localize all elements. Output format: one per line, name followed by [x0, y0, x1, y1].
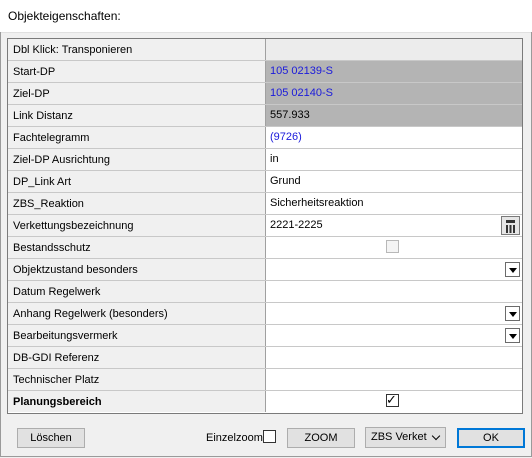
- select-value: ZBS Verket: [371, 431, 427, 443]
- property-value: 105 02139-S: [266, 61, 522, 82]
- property-label: Ziel-DP Ausrichtung: [8, 149, 266, 170]
- calculator-icon[interactable]: [501, 216, 520, 235]
- property-label: DP_Link Art: [8, 171, 266, 192]
- property-value[interactable]: Grund: [266, 171, 522, 192]
- property-row-db-gdi-referenz[interactable]: DB-GDI Referenz: [8, 347, 522, 369]
- property-label: Fachtelegramm: [8, 127, 266, 148]
- einzelzoom-label: Einzelzoom: [206, 432, 263, 444]
- property-value: 105 02140-S: [266, 83, 522, 104]
- dropdown-arrow-icon[interactable]: [505, 262, 520, 277]
- property-row-link-distanz[interactable]: Link Distanz 557.933: [8, 105, 522, 127]
- zoom-button[interactable]: ZOOM: [287, 428, 355, 448]
- property-value-field[interactable]: [266, 259, 522, 280]
- property-label: Bestandsschutz: [8, 237, 266, 258]
- property-label: ZBS_Reaktion: [8, 193, 266, 214]
- property-row-fachtelegramm[interactable]: Fachtelegramm (9726): [8, 127, 522, 149]
- property-value[interactable]: in: [266, 149, 522, 170]
- property-value[interactable]: (9726): [266, 127, 522, 148]
- property-row-dbl-klick[interactable]: Dbl Klick: Transponieren: [8, 39, 522, 61]
- property-row-anhang-regelwerk[interactable]: Anhang Regelwerk (besonders): [8, 303, 522, 325]
- property-value[interactable]: [266, 347, 522, 368]
- property-row-planungsbereich[interactable]: Planungsbereich ✓: [8, 391, 522, 413]
- property-row-technischer-platz[interactable]: Technischer Platz: [8, 369, 522, 391]
- property-value-field[interactable]: 2221-2225: [266, 215, 522, 236]
- property-label: Dbl Klick: Transponieren: [8, 39, 266, 60]
- property-value[interactable]: [266, 281, 522, 302]
- property-label: Technischer Platz: [8, 369, 266, 390]
- property-value-field[interactable]: [266, 325, 522, 346]
- property-grid: Dbl Klick: Transponieren Start-DP 105 02…: [7, 38, 523, 414]
- window-title: Objekteigenschaften:: [8, 9, 121, 23]
- property-value[interactable]: Sicherheitsreaktion: [266, 193, 522, 214]
- property-label: Ziel-DP: [8, 83, 266, 104]
- property-label: Datum Regelwerk: [8, 281, 266, 302]
- checkbox-checkmark-icon: ✓: [386, 392, 397, 407]
- property-row-bearbeitungsvermerk[interactable]: Bearbeitungsvermerk: [8, 325, 522, 347]
- property-label: Verkettungsbezeichnung: [8, 215, 266, 236]
- planungsbereich-checkbox[interactable]: ✓: [386, 392, 399, 407]
- property-row-ziel-dp[interactable]: Ziel-DP 105 02140-S: [8, 83, 522, 105]
- property-row-bestandsschutz[interactable]: Bestandsschutz: [8, 237, 522, 259]
- property-label: Planungsbereich: [8, 391, 266, 412]
- property-label: DB-GDI Referenz: [8, 347, 266, 368]
- property-label: Start-DP: [8, 61, 266, 82]
- property-value-field: [266, 237, 522, 258]
- dropdown-arrow-icon[interactable]: [505, 328, 520, 343]
- property-row-datum-regelwerk[interactable]: Datum Regelwerk: [8, 281, 522, 303]
- property-row-zbs-reaktion[interactable]: ZBS_Reaktion Sicherheitsreaktion: [8, 193, 522, 215]
- property-row-verkettungsbezeichnung[interactable]: Verkettungsbezeichnung 2221-2225: [8, 215, 522, 237]
- einzelzoom-checkbox[interactable]: [263, 430, 276, 443]
- property-row-dp-link-art[interactable]: DP_Link Art Grund: [8, 171, 522, 193]
- loeschen-button[interactable]: Löschen: [17, 428, 85, 448]
- zbs-verket-select[interactable]: ZBS Verket: [365, 427, 446, 448]
- property-value-field: ✓: [266, 391, 522, 412]
- property-value-field[interactable]: [266, 303, 522, 324]
- ok-button[interactable]: OK: [457, 428, 525, 448]
- title-bar: Objekteigenschaften:: [0, 0, 532, 33]
- property-row-objektzustand[interactable]: Objektzustand besonders: [8, 259, 522, 281]
- property-row-start-dp[interactable]: Start-DP 105 02139-S: [8, 61, 522, 83]
- chevron-down-icon: [431, 431, 441, 441]
- property-value[interactable]: [266, 369, 522, 390]
- dropdown-arrow-icon[interactable]: [505, 306, 520, 321]
- property-row-ziel-dp-ausrichtung[interactable]: Ziel-DP Ausrichtung in: [8, 149, 522, 171]
- bestandsschutz-checkbox[interactable]: [386, 240, 399, 253]
- property-value: 557.933: [266, 105, 522, 126]
- property-label: Bearbeitungsvermerk: [8, 325, 266, 346]
- property-label: Link Distanz: [8, 105, 266, 126]
- property-label: Objektzustand besonders: [8, 259, 266, 280]
- property-value: [266, 39, 522, 60]
- property-label: Anhang Regelwerk (besonders): [8, 303, 266, 324]
- property-value[interactable]: 2221-2225: [270, 219, 323, 231]
